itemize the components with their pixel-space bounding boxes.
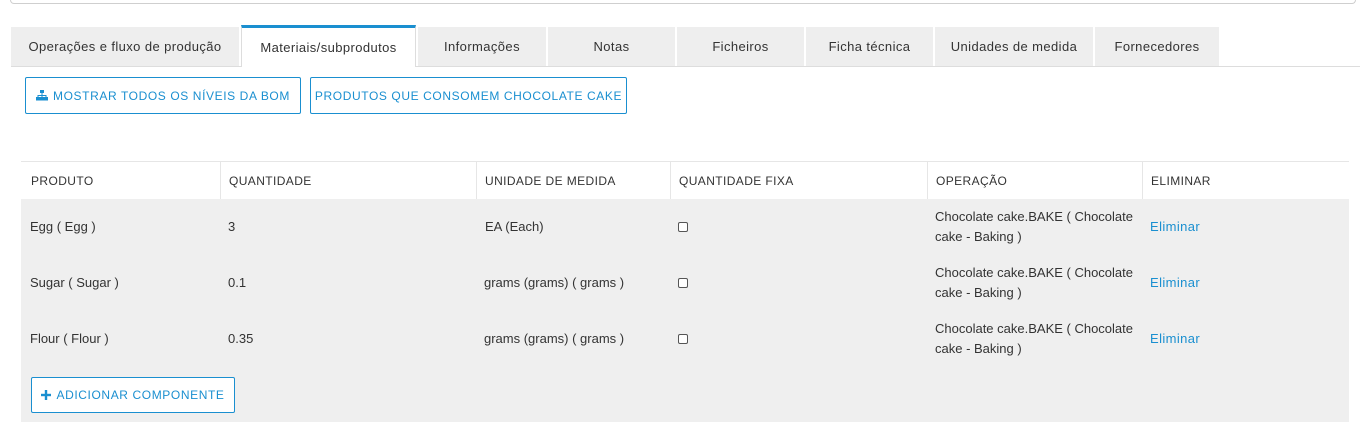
add-component-button[interactable]: ADICIONAR COMPONENTE bbox=[31, 377, 235, 413]
tab-information[interactable]: Informações bbox=[418, 27, 546, 66]
column-header-operation: OPERAÇÃO bbox=[927, 162, 1142, 200]
cell-uom: grams (grams) ( grams ) bbox=[484, 275, 625, 290]
components-table: PRODUTO QUANTIDADE UNIDADE DE MEDIDA QUA… bbox=[21, 161, 1349, 422]
show-bom-levels-label: MOSTRAR TODOS OS NÍVEIS DA BOM bbox=[53, 88, 290, 103]
column-header-fixed-quantity: QUANTIDADE FIXA bbox=[670, 162, 927, 200]
column-header-delete: ELIMINAR bbox=[1142, 162, 1349, 200]
cell-fixed-quantity bbox=[678, 311, 688, 367]
fixed-quantity-checkbox[interactable] bbox=[678, 278, 688, 288]
fixed-quantity-checkbox[interactable] bbox=[678, 222, 688, 232]
table-row: Flour ( Flour ) 0.35 grams (grams) ( gra… bbox=[21, 311, 1349, 367]
delete-link[interactable]: Eliminar bbox=[1150, 329, 1200, 349]
cell-fixed-quantity bbox=[678, 199, 688, 255]
tab-units-of-measure[interactable]: Unidades de medida bbox=[935, 27, 1093, 66]
cell-quantity: 0.35 bbox=[228, 331, 254, 346]
table-row: Egg ( Egg ) 3 EA (Each) Chocolate cake.B… bbox=[21, 199, 1349, 255]
top-input-field[interactable] bbox=[10, 0, 1356, 4]
tab-technical-sheet[interactable]: Ficha técnica bbox=[806, 27, 933, 66]
fixed-quantity-checkbox[interactable] bbox=[678, 334, 688, 344]
tab-bar: Operações e fluxo de produção Materiais/… bbox=[11, 25, 1361, 67]
table-row: Sugar ( Sugar ) 0.1 grams (grams) ( gram… bbox=[21, 255, 1349, 311]
cell-quantity: 0.1 bbox=[228, 275, 247, 290]
show-bom-levels-button[interactable]: MOSTRAR TODOS OS NÍVEIS DA BOM bbox=[25, 77, 301, 114]
consuming-products-button[interactable]: PRODUTOS QUE CONSOMEM CHOCOLATE CAKE bbox=[310, 77, 627, 114]
add-component-label: ADICIONAR COMPONENTE bbox=[56, 388, 225, 402]
delete-link[interactable]: Eliminar bbox=[1150, 273, 1200, 293]
table-header: PRODUTO QUANTIDADE UNIDADE DE MEDIDA QUA… bbox=[21, 161, 1349, 200]
cell-delete: Eliminar bbox=[1150, 255, 1200, 311]
tab-materials[interactable]: Materiais/subprodutos bbox=[241, 25, 416, 67]
cell-product: Egg ( Egg ) bbox=[30, 219, 96, 234]
cell-uom: grams (grams) ( grams ) bbox=[484, 331, 625, 346]
plus-icon bbox=[41, 390, 52, 400]
cell-operation: Chocolate cake.BAKE ( Chocolate cake - B… bbox=[935, 321, 1133, 356]
tab-suppliers[interactable]: Fornecedores bbox=[1095, 27, 1219, 66]
column-header-product: PRODUTO bbox=[31, 174, 94, 188]
tab-notes[interactable]: Notas bbox=[548, 27, 675, 66]
tab-files[interactable]: Ficheiros bbox=[677, 27, 804, 66]
tab-operations[interactable]: Operações e fluxo de produção bbox=[11, 27, 239, 66]
table-body: Egg ( Egg ) 3 EA (Each) Chocolate cake.B… bbox=[21, 199, 1349, 422]
cell-operation: Chocolate cake.BAKE ( Chocolate cake - B… bbox=[935, 209, 1133, 244]
cell-delete: Eliminar bbox=[1150, 199, 1200, 255]
cell-uom: EA (Each) bbox=[485, 219, 544, 234]
column-header-uom: UNIDADE DE MEDIDA bbox=[476, 162, 670, 200]
cell-quantity: 3 bbox=[228, 219, 236, 234]
consuming-products-label: PRODUTOS QUE CONSOMEM CHOCOLATE CAKE bbox=[314, 88, 623, 103]
column-header-quantity: QUANTIDADE bbox=[220, 162, 476, 200]
cell-operation: Chocolate cake.BAKE ( Chocolate cake - B… bbox=[935, 265, 1133, 300]
cell-delete: Eliminar bbox=[1150, 311, 1200, 367]
cell-product: Flour ( Flour ) bbox=[30, 331, 109, 346]
cell-product: Sugar ( Sugar ) bbox=[30, 275, 119, 290]
sitemap-icon bbox=[36, 90, 49, 101]
cell-fixed-quantity bbox=[678, 255, 688, 311]
delete-link[interactable]: Eliminar bbox=[1150, 217, 1200, 237]
